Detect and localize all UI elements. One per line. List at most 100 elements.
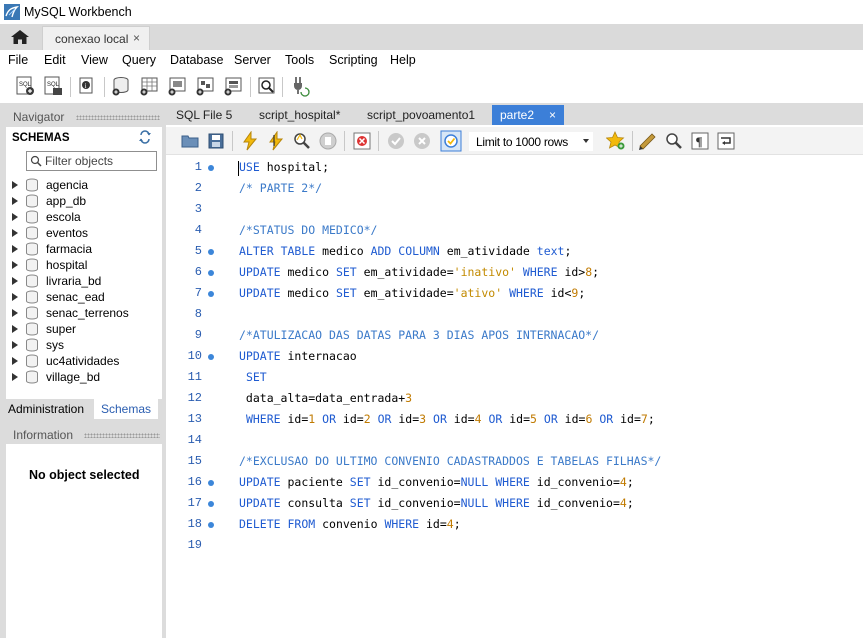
menu-help[interactable]: Help xyxy=(390,53,416,67)
schema-item-escola[interactable]: escola xyxy=(6,209,162,225)
menu-server[interactable]: Server xyxy=(234,53,271,67)
explain-icon[interactable] xyxy=(292,131,312,151)
expand-arrow-icon[interactable] xyxy=(12,261,18,269)
menu-file[interactable]: File xyxy=(8,53,28,67)
code-line[interactable]: 4 /*STATUS DO MEDICO*/ xyxy=(166,221,863,242)
code-line[interactable]: 13 WHERE id=1 OR id=2 OR id=3 OR id=4 OR… xyxy=(166,410,863,431)
beautify-icon[interactable] xyxy=(638,131,658,151)
expand-arrow-icon[interactable] xyxy=(12,197,18,205)
create-view-icon[interactable] xyxy=(166,75,188,97)
expand-arrow-icon[interactable] xyxy=(12,181,18,189)
search-table-data-icon[interactable] xyxy=(256,75,278,97)
find-icon[interactable] xyxy=(664,131,684,151)
schema-item-uc4atividades[interactable]: uc4atividades xyxy=(6,353,162,369)
tab-parte2[interactable]: parte2 × xyxy=(492,105,564,125)
statement-marker-icon xyxy=(208,291,214,297)
schema-item-eventos[interactable]: eventos xyxy=(6,225,162,241)
create-schema-icon[interactable] xyxy=(110,75,132,97)
code-line[interactable]: 10 UPDATE internacao xyxy=(166,347,863,368)
code-line[interactable]: 6 UPDATE medico SET em_atividade='inativo… xyxy=(166,263,863,284)
information-title: Information xyxy=(13,428,74,442)
commit-icon[interactable] xyxy=(386,131,406,151)
code-line[interactable]: 7 UPDATE medico SET em_atividade='ativo' … xyxy=(166,284,863,305)
create-procedure-icon[interactable] xyxy=(194,75,216,97)
create-function-icon[interactable] xyxy=(222,75,244,97)
code-line[interactable]: 12 data_alta=data_entrada+3 xyxy=(166,389,863,410)
limit-rows-select[interactable]: Limit to 1000 rows xyxy=(469,132,593,151)
sql-code-editor[interactable]: 1 USE hospital; 2 /* PARTE 2*/ 3 4 /*STATUS DO… xyxy=(166,157,863,638)
menu-edit[interactable]: Edit xyxy=(44,53,66,67)
schema-item-farmacia[interactable]: farmacia xyxy=(6,241,162,257)
database-icon xyxy=(26,290,38,304)
filter-objects-input[interactable] xyxy=(45,153,155,169)
expand-arrow-icon[interactable] xyxy=(12,357,18,365)
code-line[interactable]: 5 ALTER TABLE medico ADD COLUMN em_ativid… xyxy=(166,242,863,263)
code-line[interactable]: 11 SET xyxy=(166,368,863,389)
schema-item-senac-terrenos[interactable]: senac_terrenos xyxy=(6,305,162,321)
close-connection-tab-icon[interactable]: × xyxy=(133,31,140,45)
wrap-icon[interactable] xyxy=(716,131,736,151)
menu-database[interactable]: Database xyxy=(170,53,224,67)
tab-script-povoamento1[interactable]: script_povoamento1 xyxy=(367,105,491,125)
home-button[interactable] xyxy=(8,28,32,46)
execute-icon[interactable] xyxy=(240,131,260,151)
code-line[interactable]: 8 xyxy=(166,305,863,326)
filter-objects-field[interactable] xyxy=(26,151,157,171)
expand-arrow-icon[interactable] xyxy=(12,245,18,253)
toggle-error-icon[interactable] xyxy=(352,131,372,151)
invisible-chars-icon[interactable]: ¶ xyxy=(690,131,710,151)
expand-arrow-icon[interactable] xyxy=(12,341,18,349)
rollback-icon[interactable] xyxy=(412,131,432,151)
code-line[interactable]: 3 xyxy=(166,200,863,221)
create-table-icon[interactable] xyxy=(138,75,160,97)
code-line[interactable]: 19 xyxy=(166,536,863,557)
code-line[interactable]: 1 USE hospital; xyxy=(166,158,863,179)
open-sql-script-icon[interactable]: SQL xyxy=(42,75,64,97)
expand-arrow-icon[interactable] xyxy=(12,325,18,333)
schema-item-senac-ead[interactable]: senac_ead xyxy=(6,289,162,305)
stop-icon[interactable] xyxy=(318,131,338,151)
schema-item-sys[interactable]: sys xyxy=(6,337,162,353)
schema-item-super[interactable]: super xyxy=(6,321,162,337)
close-tab-icon[interactable]: × xyxy=(549,108,556,122)
save-icon[interactable] xyxy=(206,131,226,151)
new-sql-tab-icon[interactable]: SQL xyxy=(14,75,36,97)
schema-item-agencia[interactable]: agencia xyxy=(6,177,162,193)
expand-arrow-icon[interactable] xyxy=(12,293,18,301)
code-line[interactable]: 9 /*ATULIZACAO DAS DATAS PARA 3 DIAS APOS… xyxy=(166,326,863,347)
open-file-icon[interactable] xyxy=(180,131,200,151)
schema-item-app-db[interactable]: app_db xyxy=(6,193,162,209)
refresh-icon[interactable] xyxy=(138,130,152,144)
code-line[interactable]: 17 UPDATE consulta SET id_convenio=NULL W… xyxy=(166,494,863,515)
expand-arrow-icon[interactable] xyxy=(12,213,18,221)
bookmark-icon[interactable] xyxy=(606,131,626,151)
home-icon xyxy=(11,30,29,44)
menu-scripting[interactable]: Scripting xyxy=(329,53,378,67)
autocommit-icon[interactable] xyxy=(440,130,462,152)
tab-sql-file-5[interactable]: SQL File 5 xyxy=(176,105,246,125)
schema-item-hospital[interactable]: hospital xyxy=(6,257,162,273)
schema-item-village-bd[interactable]: village_bd xyxy=(6,369,162,385)
connection-tab[interactable]: conexao local × xyxy=(42,26,150,50)
reconnect-icon[interactable] xyxy=(288,75,310,97)
menu-view[interactable]: View xyxy=(81,53,108,67)
tab-schemas[interactable]: Schemas xyxy=(94,399,158,419)
svg-text:SQL: SQL xyxy=(47,82,60,88)
tab-script-hospital[interactable]: script_hospital* xyxy=(259,105,357,125)
expand-arrow-icon[interactable] xyxy=(12,229,18,237)
menu-tools[interactable]: Tools xyxy=(285,53,314,67)
expand-arrow-icon[interactable] xyxy=(12,277,18,285)
expand-arrow-icon[interactable] xyxy=(12,373,18,381)
code-line[interactable]: 2 /* PARTE 2*/ xyxy=(166,179,863,200)
code-line[interactable]: 14 xyxy=(166,431,863,452)
schema-item-livraria-bd[interactable]: livraria_bd xyxy=(6,273,162,289)
tab-administration[interactable]: Administration xyxy=(6,399,94,419)
expand-arrow-icon[interactable] xyxy=(12,309,18,317)
execute-current-icon[interactable] xyxy=(266,131,286,151)
statement-marker-icon xyxy=(208,249,214,255)
code-line[interactable]: 18 DELETE FROM convenio WHERE id=4; xyxy=(166,515,863,536)
inspector-icon[interactable]: i xyxy=(76,75,98,97)
code-line[interactable]: 15 /*EXCLUSAO DO ULTIMO CONVENIO CADASTRA… xyxy=(166,452,863,473)
code-line[interactable]: 16 UPDATE paciente SET id_convenio=NULL W… xyxy=(166,473,863,494)
menu-query[interactable]: Query xyxy=(122,53,156,67)
